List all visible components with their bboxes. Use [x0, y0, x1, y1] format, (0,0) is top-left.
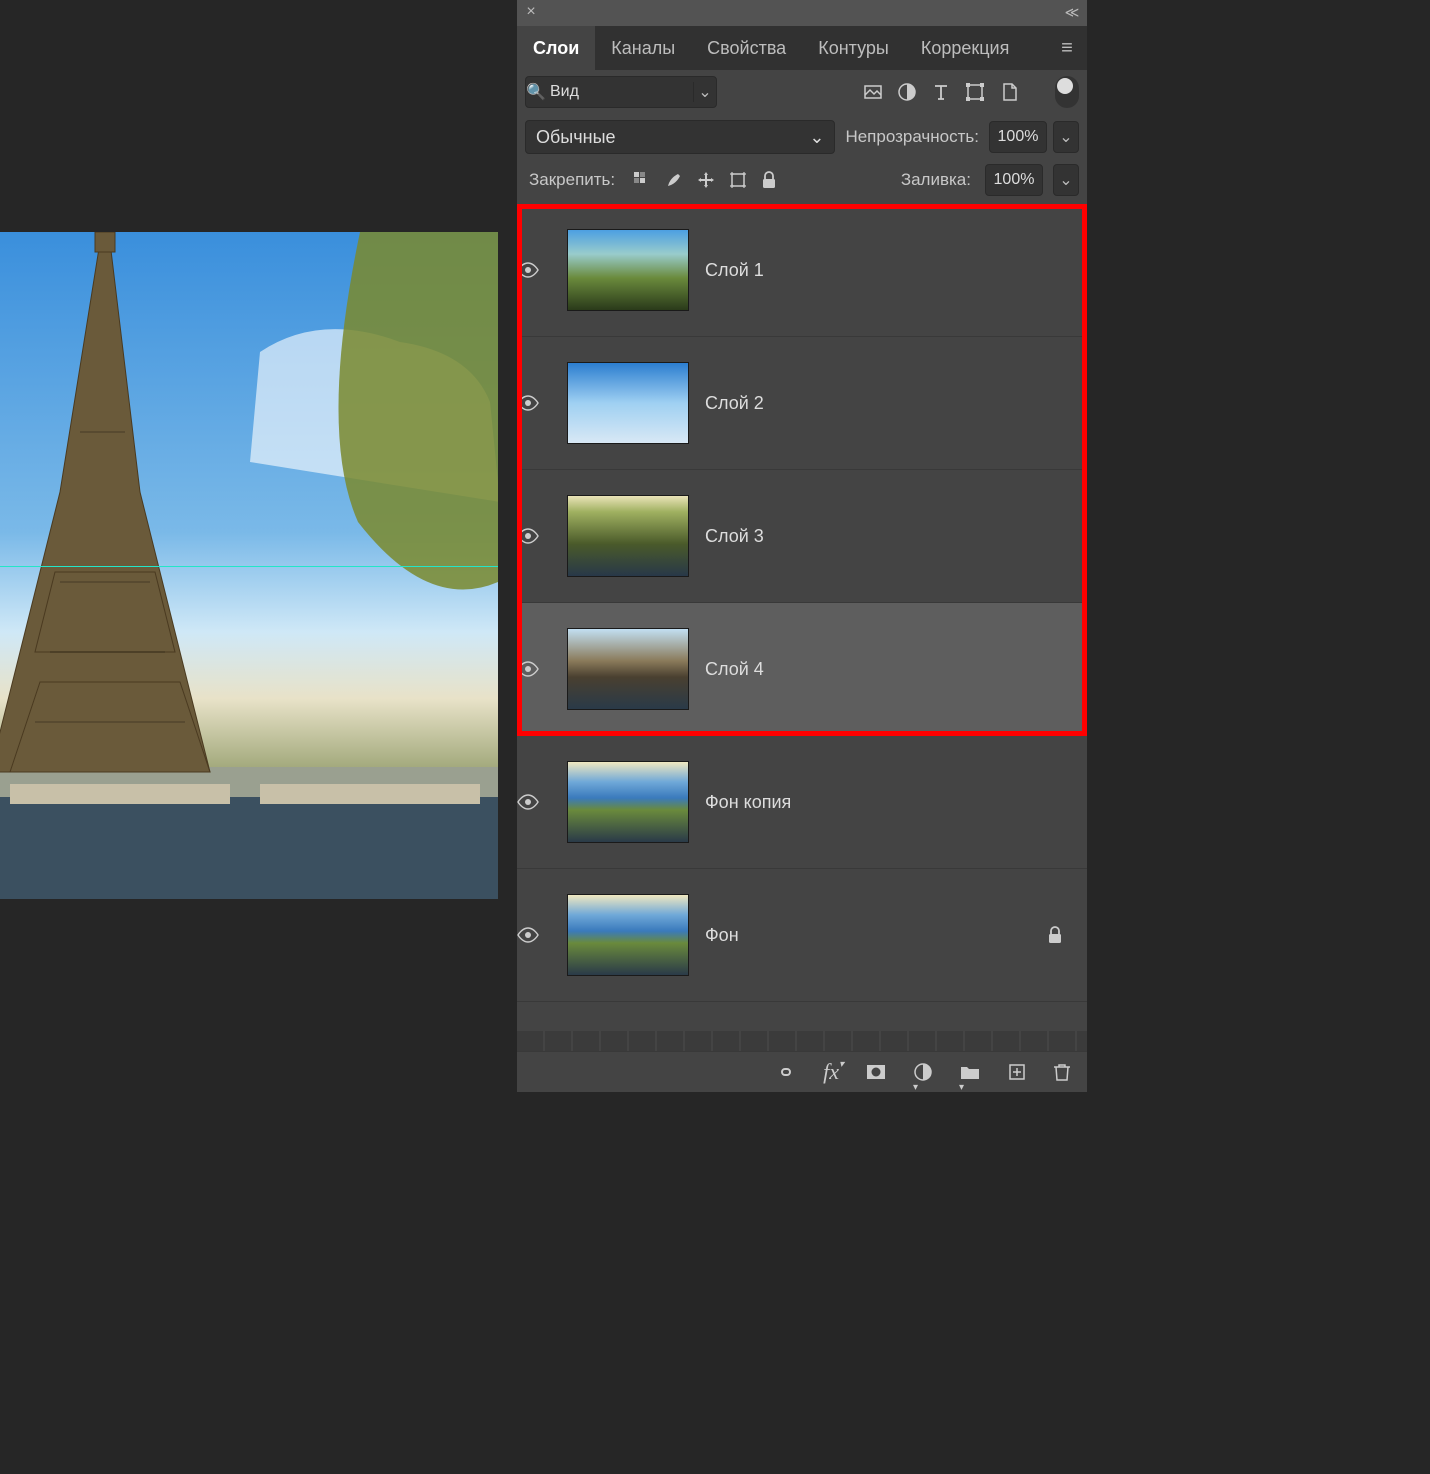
layer-row[interactable]: Слой 3: [517, 470, 1087, 603]
new-layer-icon[interactable]: [1007, 1062, 1027, 1082]
tab-adjustments[interactable]: Коррекция: [905, 26, 1026, 70]
layer-row[interactable]: Слой 2: [517, 337, 1087, 470]
filter-pixel-icon[interactable]: [859, 78, 887, 106]
layer-name[interactable]: Слой 1: [699, 260, 1047, 281]
layer-lock-icon[interactable]: [1047, 926, 1087, 944]
filter-toggle[interactable]: [1055, 76, 1079, 108]
group-icon[interactable]: ▾: [959, 1062, 981, 1082]
layer-row[interactable]: Слой 4: [517, 603, 1087, 736]
filter-adjust-icon[interactable]: [893, 78, 921, 106]
link-layers-icon[interactable]: [775, 1062, 797, 1082]
lock-artboard-icon[interactable]: [729, 171, 747, 189]
lock-row: Закрепить: Заливка: 10: [517, 160, 1087, 204]
panel-tabs: Cлои Каналы Свойства Контуры Коррекция ≡: [517, 26, 1087, 70]
fx-icon[interactable]: fx▾: [823, 1059, 839, 1085]
lock-pixels-icon[interactable]: [633, 171, 651, 189]
filter-label: Вид: [546, 83, 693, 101]
visibility-toggle[interactable]: [517, 262, 557, 278]
layers-panel: Cлои Каналы Свойства Контуры Коррекция ≡…: [517, 26, 1087, 1092]
tab-paths[interactable]: Контуры: [802, 26, 905, 70]
timeline-strip: [517, 1031, 1087, 1051]
blend-mode-select[interactable]: Обычные ⌄: [525, 120, 835, 154]
panel-titlebar: × ≪: [517, 0, 1087, 27]
visibility-toggle[interactable]: [517, 395, 557, 411]
filter-smart-icon[interactable]: [995, 78, 1023, 106]
fill-value[interactable]: 100%: [985, 164, 1043, 196]
visibility-toggle[interactable]: [517, 661, 557, 677]
layer-thumbnail[interactable]: [567, 362, 689, 444]
lock-all-icon[interactable]: [761, 171, 777, 189]
fill-label: Заливка:: [897, 170, 975, 190]
guide-line: [0, 566, 498, 567]
layer-name[interactable]: Слой 3: [699, 526, 1047, 547]
search-icon: 🔍: [526, 82, 546, 102]
document-canvas[interactable]: [0, 232, 498, 899]
layer-name[interactable]: Фон копия: [699, 792, 1047, 813]
trash-icon[interactable]: [1053, 1062, 1071, 1082]
lock-move-icon[interactable]: [697, 171, 715, 189]
layers-list: Слой 1 Слой 2 Слой 3 Слой 4 Фон копия Фон: [517, 204, 1087, 1031]
chevron-down-icon: ⌄: [809, 127, 824, 148]
lock-brush-icon[interactable]: [665, 171, 683, 189]
tab-properties[interactable]: Свойства: [691, 26, 802, 70]
visibility-toggle[interactable]: [517, 927, 557, 943]
tab-layers[interactable]: Cлои: [517, 26, 595, 70]
opacity-stepper[interactable]: ⌄: [1053, 121, 1079, 153]
layer-name[interactable]: Фон: [699, 925, 1047, 946]
filter-row: 🔍 Вид ⌄: [517, 70, 1087, 114]
visibility-toggle[interactable]: [517, 794, 557, 810]
mask-icon[interactable]: [865, 1062, 887, 1082]
canvas-image: [0, 232, 498, 899]
layer-row[interactable]: Фон: [517, 869, 1087, 1002]
layer-thumbnail[interactable]: [567, 229, 689, 311]
collapse-icon[interactable]: ≪: [1063, 4, 1081, 20]
tab-channels[interactable]: Каналы: [595, 26, 691, 70]
blend-row: Обычные ⌄ Непрозрачность: 100% ⌄: [517, 114, 1087, 160]
panel-footer: fx▾ ▾ ▾: [517, 1051, 1087, 1092]
layer-name[interactable]: Слой 2: [699, 393, 1047, 414]
lock-label: Закрепить:: [525, 170, 619, 190]
layer-name[interactable]: Слой 4: [699, 659, 1047, 680]
chevron-down-icon: ⌄: [693, 82, 716, 102]
layer-thumbnail[interactable]: [567, 761, 689, 843]
opacity-value[interactable]: 100%: [989, 121, 1047, 153]
layer-filter-select[interactable]: 🔍 Вид ⌄: [525, 76, 717, 108]
visibility-toggle[interactable]: [517, 528, 557, 544]
blend-mode-value: Обычные: [536, 127, 616, 148]
filter-shape-icon[interactable]: [961, 78, 989, 106]
layer-thumbnail[interactable]: [567, 894, 689, 976]
layer-row[interactable]: Слой 1: [517, 204, 1087, 337]
panel-menu-icon[interactable]: ≡: [1047, 37, 1087, 60]
close-icon[interactable]: ×: [523, 4, 539, 20]
adjustment-icon[interactable]: ▾: [913, 1062, 933, 1082]
opacity-label: Непрозрачность:: [841, 127, 983, 147]
fill-stepper[interactable]: ⌄: [1053, 164, 1079, 196]
layer-thumbnail[interactable]: [567, 495, 689, 577]
layer-row[interactable]: Фон копия: [517, 736, 1087, 869]
filter-type-icon[interactable]: [927, 78, 955, 106]
layer-thumbnail[interactable]: [567, 628, 689, 710]
